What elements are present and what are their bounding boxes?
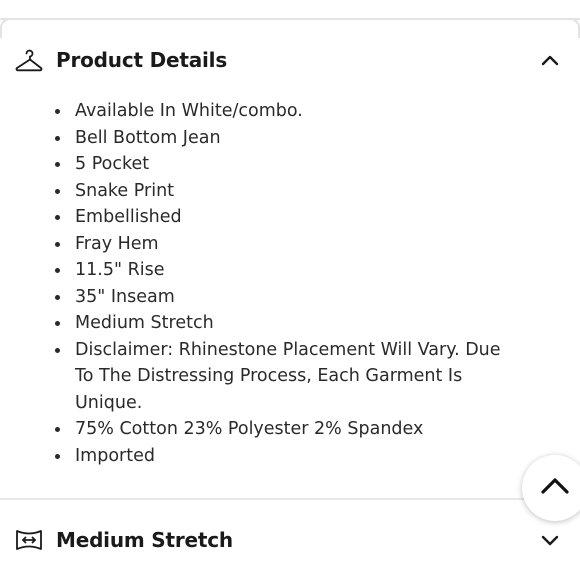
product-details-list: Available In White/combo. Bell Bottom Je… — [55, 98, 515, 470]
section-title: Product Details — [56, 48, 228, 72]
section-title: Medium Stretch — [56, 528, 233, 552]
list-item: Disclaimer: Rhinestone Placement Will Va… — [55, 337, 515, 417]
scroll-to-top-button[interactable] — [522, 455, 580, 521]
list-item: Embellished — [55, 204, 515, 231]
hanger-icon — [14, 45, 44, 75]
list-item: Imported — [55, 443, 515, 470]
card-top-border — [0, 18, 580, 20]
section-divider — [0, 498, 580, 500]
list-item: Medium Stretch — [55, 310, 515, 337]
list-item: 11.5" Rise — [55, 257, 515, 284]
list-item: Bell Bottom Jean — [55, 125, 515, 152]
stretch-icon — [14, 525, 44, 555]
list-item: 75% Cotton 23% Polyester 2% Spandex — [55, 416, 515, 443]
chevron-up-icon — [540, 477, 570, 500]
list-item: Fray Hem — [55, 231, 515, 258]
card-corner-left — [0, 18, 10, 38]
list-item: 5 Pocket — [55, 151, 515, 178]
list-item: Available In White/combo. — [55, 98, 515, 125]
product-details-header[interactable]: Product Details — [0, 40, 580, 80]
chevron-down-icon[interactable] — [540, 530, 560, 550]
list-item: 35" Inseam — [55, 284, 515, 311]
list-item: Snake Print — [55, 178, 515, 205]
chevron-up-icon[interactable] — [540, 50, 560, 70]
card-corner-right — [570, 18, 580, 38]
medium-stretch-header[interactable]: Medium Stretch — [0, 520, 580, 560]
